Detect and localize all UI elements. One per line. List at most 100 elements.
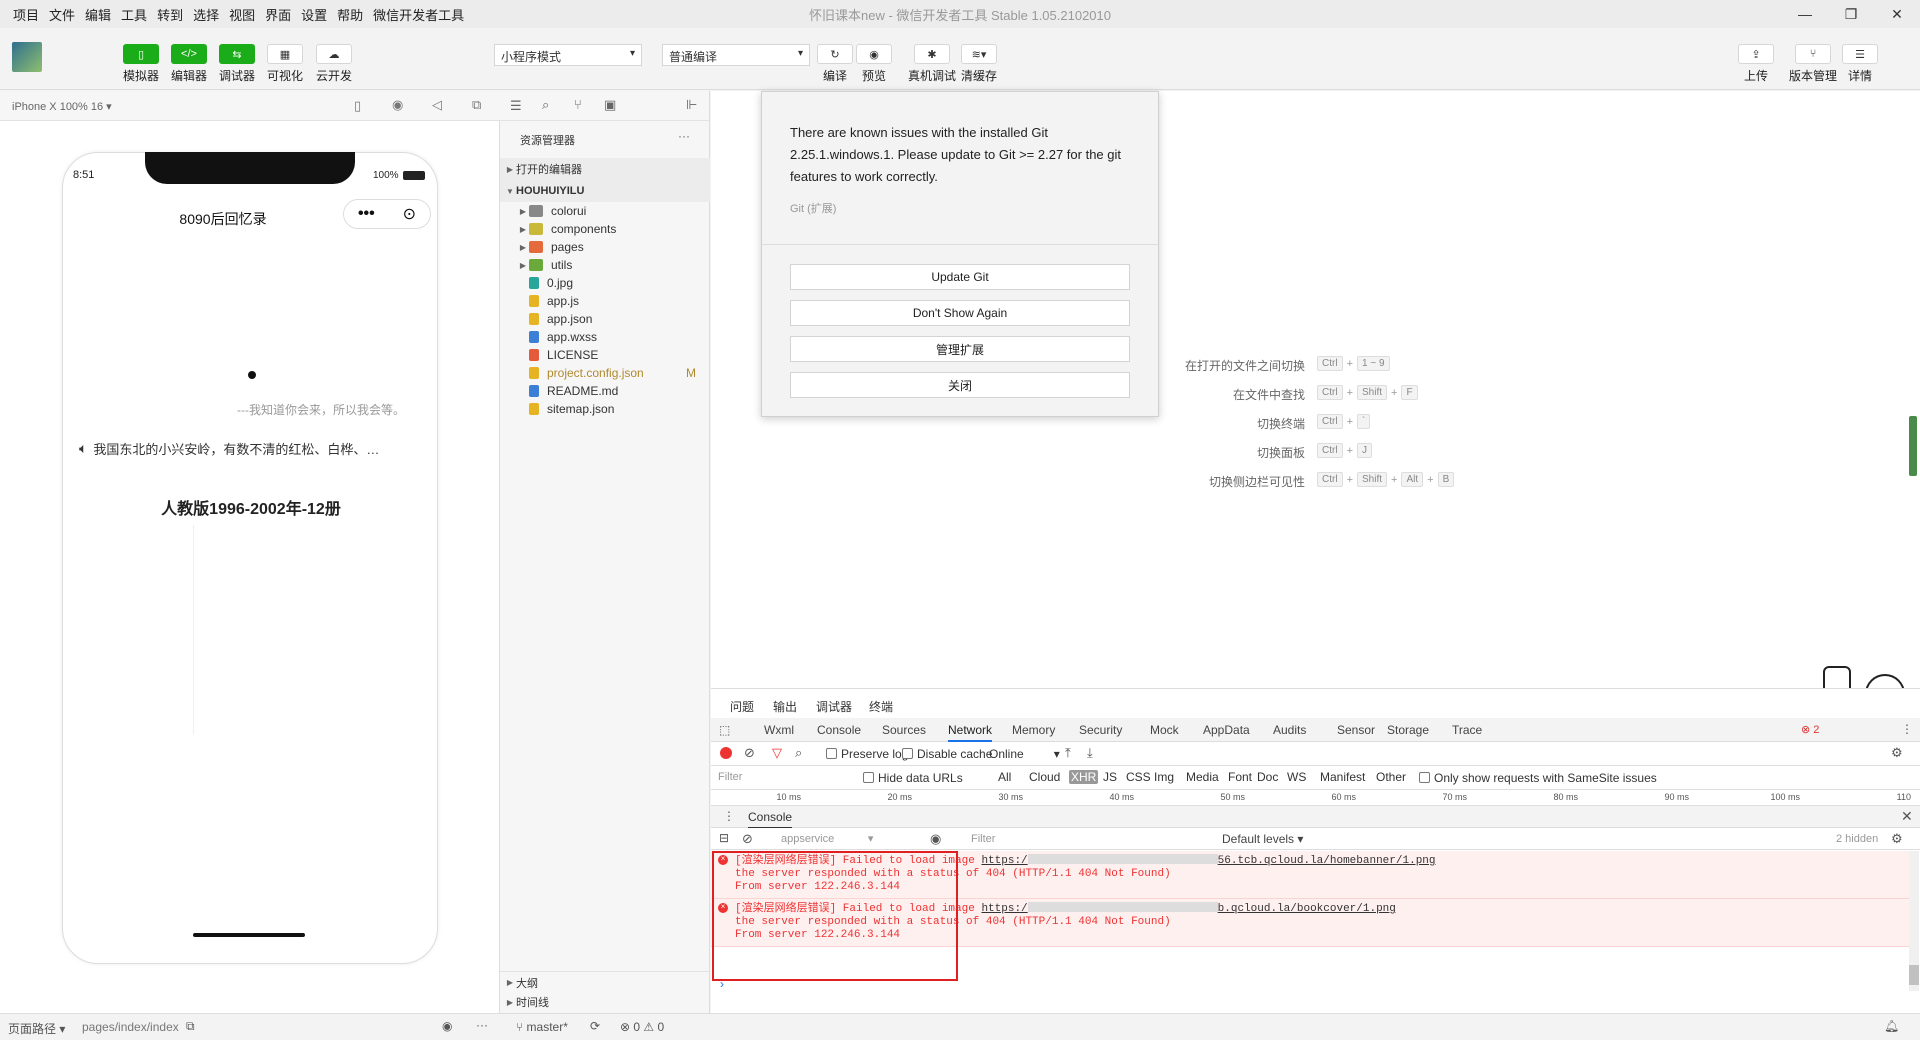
console-scrollbar[interactable] bbox=[1909, 851, 1919, 991]
record-icon[interactable]: ◉ bbox=[392, 97, 403, 113]
filter-type[interactable]: Doc bbox=[1255, 770, 1280, 784]
eye-icon[interactable]: ◉ bbox=[930, 831, 941, 847]
tree-item[interactable]: app.wxss bbox=[500, 328, 710, 346]
filter-type[interactable]: XHR bbox=[1069, 770, 1099, 784]
device-select[interactable]: iPhone X 100% 16 ▾ bbox=[12, 100, 112, 113]
import-icon[interactable]: ⤒ bbox=[1065, 745, 1071, 761]
devtools-tab[interactable]: AppData bbox=[1203, 723, 1250, 737]
tab-debugger[interactable]: 调试器 bbox=[816, 698, 853, 719]
project-section[interactable]: ▼ HOUHUIYILU bbox=[500, 180, 710, 202]
menu-item[interactable]: 文件 bbox=[44, 5, 80, 24]
filter-type[interactable]: Manifest bbox=[1318, 770, 1367, 784]
filter-type[interactable]: CSS bbox=[1124, 770, 1153, 784]
console-tab[interactable]: Console bbox=[748, 810, 793, 828]
devtools-tab[interactable]: Trace bbox=[1452, 723, 1482, 737]
drawer-menu-icon[interactable]: ⋮ bbox=[723, 809, 735, 823]
copy-icon[interactable]: ⧉ bbox=[186, 1019, 195, 1034]
tree-item[interactable]: app.js bbox=[500, 292, 710, 310]
levels-select[interactable]: Default levels ▾ bbox=[1222, 832, 1303, 846]
bell-icon[interactable]: 🔔︎ bbox=[1884, 1019, 1899, 1033]
disable-cache-checkbox[interactable]: Disable cache bbox=[902, 747, 992, 761]
close-notification-button[interactable]: 关闭 bbox=[790, 372, 1130, 398]
devtools-tab[interactable]: Mock bbox=[1150, 723, 1179, 737]
search-icon[interactable]: ⌕ bbox=[542, 97, 549, 113]
tree-item[interactable]: sitemap.json bbox=[500, 400, 710, 418]
inspect-icon[interactable]: ⬚ bbox=[719, 723, 730, 737]
gear-icon[interactable]: ⚙ bbox=[1891, 831, 1903, 847]
dont-show-again-button[interactable]: Don't Show Again bbox=[790, 300, 1130, 326]
devtools-tab[interactable]: Sensor bbox=[1337, 723, 1375, 737]
side-tab[interactable] bbox=[1909, 416, 1917, 476]
menu-item[interactable]: 选择 bbox=[188, 5, 224, 24]
real-debug-button[interactable]: ✱ 真机调试 bbox=[907, 44, 957, 84]
editor-button[interactable]: </> 编辑器 bbox=[169, 44, 209, 84]
filter-type[interactable]: Media bbox=[1184, 770, 1221, 784]
menu-item[interactable]: 微信开发者工具 bbox=[368, 5, 469, 24]
tree-item[interactable]: ▶ pages bbox=[500, 238, 710, 256]
filter-type[interactable]: Font bbox=[1226, 770, 1254, 784]
filter-type[interactable]: JS bbox=[1101, 770, 1119, 784]
scrollbar-thumb[interactable] bbox=[1909, 965, 1919, 985]
more-vertical-icon[interactable]: ⋮ bbox=[1901, 722, 1913, 736]
close-miniprogram-icon[interactable]: ⊙ bbox=[403, 204, 416, 224]
extensions-icon[interactable]: ▣ bbox=[604, 97, 616, 113]
devtools-tab[interactable]: Memory bbox=[1012, 723, 1055, 737]
filter-type[interactable]: Other bbox=[1374, 770, 1408, 784]
sidebar-toggle-icon[interactable]: ⊟ bbox=[719, 831, 729, 845]
filter-type[interactable]: Cloud bbox=[1027, 770, 1062, 784]
book-cover-placeholder[interactable] bbox=[193, 525, 303, 735]
close-drawer-icon[interactable]: ✕ bbox=[1901, 808, 1913, 825]
timeline-section[interactable]: ▶ 时间线 bbox=[500, 991, 710, 1013]
tree-item[interactable]: ▶ utils bbox=[500, 256, 710, 274]
menu-item[interactable]: 转到 bbox=[152, 5, 188, 24]
tree-item[interactable]: 0.jpg bbox=[500, 274, 710, 292]
list-icon[interactable]: ☰ bbox=[510, 98, 522, 114]
devtools-tab[interactable]: Security bbox=[1079, 723, 1122, 737]
error-url-link[interactable]: https:/ b.qcloud.la/bookcover/1.png bbox=[981, 902, 1396, 915]
filter-input[interactable]: Filter bbox=[715, 769, 845, 787]
devtools-tab[interactable]: Audits bbox=[1273, 723, 1306, 737]
more-icon[interactable]: ••• bbox=[358, 205, 375, 223]
page-path-select[interactable]: 页面路径 ▾ bbox=[8, 1020, 65, 1037]
project-avatar[interactable] bbox=[12, 42, 42, 72]
cloud-button[interactable]: ☁ 云开发 bbox=[314, 44, 354, 84]
menu-item[interactable]: 设置 bbox=[296, 5, 332, 24]
context-select[interactable]: appservice ▾ bbox=[781, 832, 891, 845]
hide-data-urls-checkbox[interactable]: Hide data URLs bbox=[863, 771, 963, 785]
outline-section[interactable]: ▶ 大纲 bbox=[500, 971, 710, 993]
menu-item[interactable]: 编辑 bbox=[80, 5, 116, 24]
minimize-button[interactable]: — bbox=[1782, 0, 1828, 28]
tree-item[interactable]: LICENSE bbox=[500, 346, 710, 364]
throttle-select[interactable]: Online ▾ bbox=[989, 747, 1060, 761]
gear-icon[interactable]: ⚙ bbox=[1891, 745, 1903, 761]
record-icon[interactable] bbox=[720, 747, 732, 759]
notice-bar[interactable]: 🔈︎ 我国东北的小兴安岭，有数不清的红松、白桦、… bbox=[79, 439, 429, 458]
git-branch[interactable]: ⑂ master* bbox=[516, 1020, 568, 1034]
close-button[interactable]: ✕ bbox=[1874, 0, 1920, 28]
open-editors-section[interactable]: ▶ 打开的编辑器 bbox=[500, 158, 710, 180]
menu-item[interactable]: 工具 bbox=[116, 5, 152, 24]
preserve-log-checkbox[interactable]: Preserve log bbox=[826, 747, 908, 761]
console-filter-input[interactable]: Filter bbox=[971, 833, 995, 845]
tree-item[interactable]: project.config.json M bbox=[500, 364, 710, 382]
menu-item[interactable]: 界面 bbox=[260, 5, 296, 24]
mode-select[interactable]: 小程序模式 bbox=[494, 44, 642, 66]
tree-item[interactable]: app.json bbox=[500, 310, 710, 328]
filter-type[interactable]: WS bbox=[1285, 770, 1308, 784]
error-url-link[interactable]: https:/ 56.tcb.qcloud.la/homebanner/1.png bbox=[981, 854, 1436, 867]
devtools-tab[interactable]: Console bbox=[817, 723, 861, 737]
tab-terminal[interactable]: 终端 bbox=[869, 698, 893, 715]
filter-type[interactable]: Img bbox=[1152, 770, 1176, 784]
devtools-tab[interactable]: Sources bbox=[882, 723, 926, 737]
git-icon[interactable]: ⑂ bbox=[574, 97, 582, 112]
export-icon[interactable]: ⤓ bbox=[1087, 745, 1093, 761]
sync-icon[interactable]: ⟳ bbox=[590, 1019, 600, 1033]
popout-icon[interactable]: ⧉ bbox=[472, 97, 481, 113]
debugger-button[interactable]: ⇆ 调试器 bbox=[217, 44, 257, 84]
clear-cache-button[interactable]: ≋▾ 清缓存 bbox=[959, 44, 999, 84]
clear-console-icon[interactable]: ⊘ bbox=[742, 831, 753, 847]
tree-item[interactable]: ▶ colorui bbox=[500, 202, 710, 220]
visual-button[interactable]: ▦ 可视化 bbox=[265, 44, 305, 84]
menu-item[interactable]: 帮助 bbox=[332, 5, 368, 24]
search-icon[interactable]: ⌕ bbox=[795, 745, 802, 761]
